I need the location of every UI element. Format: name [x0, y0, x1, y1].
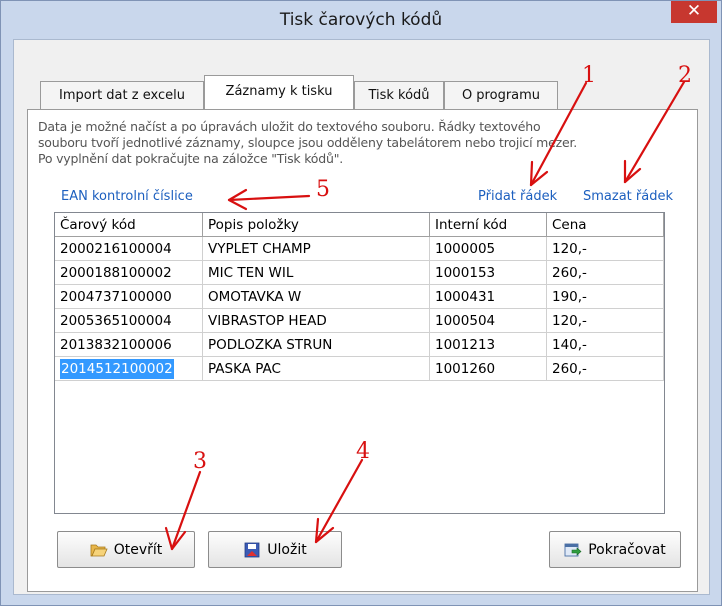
- continue-icon: [564, 543, 582, 556]
- cell-internal-code[interactable]: 1001213: [430, 333, 547, 357]
- column-header-barcode[interactable]: Čarový kód: [55, 213, 203, 237]
- cell-price[interactable]: 260,-: [547, 357, 664, 381]
- close-button[interactable]: ✕: [671, 1, 717, 23]
- cell-price[interactable]: 120,-: [547, 309, 664, 333]
- window-title: Tisk čarových kódů: [279, 10, 443, 30]
- ean-check-digit-link[interactable]: EAN kontrolní číslice: [61, 189, 193, 204]
- annotation-number-5: 5: [316, 177, 330, 202]
- cell-barcode[interactable]: 2000188100002: [55, 261, 203, 285]
- cell-internal-code[interactable]: 1000431: [430, 285, 547, 309]
- cell-price[interactable]: 260,-: [547, 261, 664, 285]
- cell-price[interactable]: 140,-: [547, 333, 664, 357]
- table-row[interactable]: 2014512100002 PASKA PAC 1001260 260,-: [55, 357, 664, 381]
- tab-import-excel[interactable]: Import dat z excelu: [40, 81, 204, 109]
- add-row-link[interactable]: Přidat řádek: [478, 189, 557, 204]
- tab-zaznamy-k-tisku[interactable]: Záznamy k tisku: [204, 75, 354, 109]
- cell-internal-code[interactable]: 1000153: [430, 261, 547, 285]
- table-row[interactable]: 2013832100006 PODLOZKA STRUN 1001213 140,-: [55, 333, 664, 357]
- cell-description[interactable]: PODLOZKA STRUN: [203, 333, 430, 357]
- cell-description[interactable]: PASKA PAC: [203, 357, 430, 381]
- column-header-description[interactable]: Popis položky: [203, 213, 430, 237]
- cell-description[interactable]: VYPLET CHAMP: [203, 237, 430, 261]
- cell-description[interactable]: MIC TEN WIL: [203, 261, 430, 285]
- cell-internal-code[interactable]: 1000504: [430, 309, 547, 333]
- cell-price[interactable]: 190,-: [547, 285, 664, 309]
- cell-barcode[interactable]: 2004737100000: [55, 285, 203, 309]
- save-icon: [244, 542, 260, 557]
- cell-internal-code[interactable]: 1000005: [430, 237, 547, 261]
- cell-internal-code[interactable]: 1001260: [430, 357, 547, 381]
- table-row[interactable]: 2000216100004 VYPLET CHAMP 1000005 120,-: [55, 237, 664, 261]
- save-button[interactable]: Uložit: [208, 531, 342, 568]
- cell-description[interactable]: OMOTAVKA W: [203, 285, 430, 309]
- folder-open-icon: [90, 544, 108, 556]
- table-row[interactable]: 2005365100004 VIBRASTOP HEAD 1000504 120,-: [55, 309, 664, 333]
- cell-price[interactable]: 120,-: [547, 237, 664, 261]
- annotation-number-2: 2: [678, 63, 692, 88]
- close-icon: ✕: [686, 1, 702, 21]
- records-table[interactable]: Čarový kód Popis položky Interní kód Cen…: [54, 212, 665, 514]
- cell-description[interactable]: VIBRASTOP HEAD: [203, 309, 430, 333]
- annotation-number-4: 4: [356, 439, 370, 464]
- open-button[interactable]: Otevřít: [57, 531, 195, 568]
- column-header-internal-code[interactable]: Interní kód: [430, 213, 547, 237]
- table-row[interactable]: 2004737100000 OMOTAVKA W 1000431 190,-: [55, 285, 664, 309]
- column-header-price[interactable]: Cena: [547, 213, 664, 237]
- continue-button[interactable]: Pokračovat: [549, 531, 681, 568]
- continue-button-label: Pokračovat: [588, 541, 666, 558]
- annotation-number-3: 3: [193, 449, 207, 474]
- description-text: Data je možné načíst a po úpravách uloži…: [38, 119, 578, 166]
- open-button-label: Otevřít: [113, 541, 163, 558]
- cell-barcode[interactable]: 2014512100002: [55, 357, 203, 381]
- table-row[interactable]: 2000188100002 MIC TEN WIL 1000153 260,-: [55, 261, 664, 285]
- save-button-label: Uložit: [267, 541, 307, 558]
- cell-barcode[interactable]: 2000216100004: [55, 237, 203, 261]
- delete-row-link[interactable]: Smazat řádek: [583, 189, 673, 204]
- cell-barcode[interactable]: 2013832100006: [55, 333, 203, 357]
- selected-cell-text: 2014512100002: [60, 359, 174, 379]
- annotation-number-1: 1: [582, 63, 596, 88]
- title-bar[interactable]: Tisk čarových kódů ✕: [1, 1, 721, 39]
- tab-tisk-kodu[interactable]: Tisk kódů: [354, 81, 444, 109]
- cell-barcode[interactable]: 2005365100004: [55, 309, 203, 333]
- table-header: Čarový kód Popis položky Interní kód Cen…: [55, 213, 664, 237]
- tab-o-programu[interactable]: O programu: [444, 81, 558, 109]
